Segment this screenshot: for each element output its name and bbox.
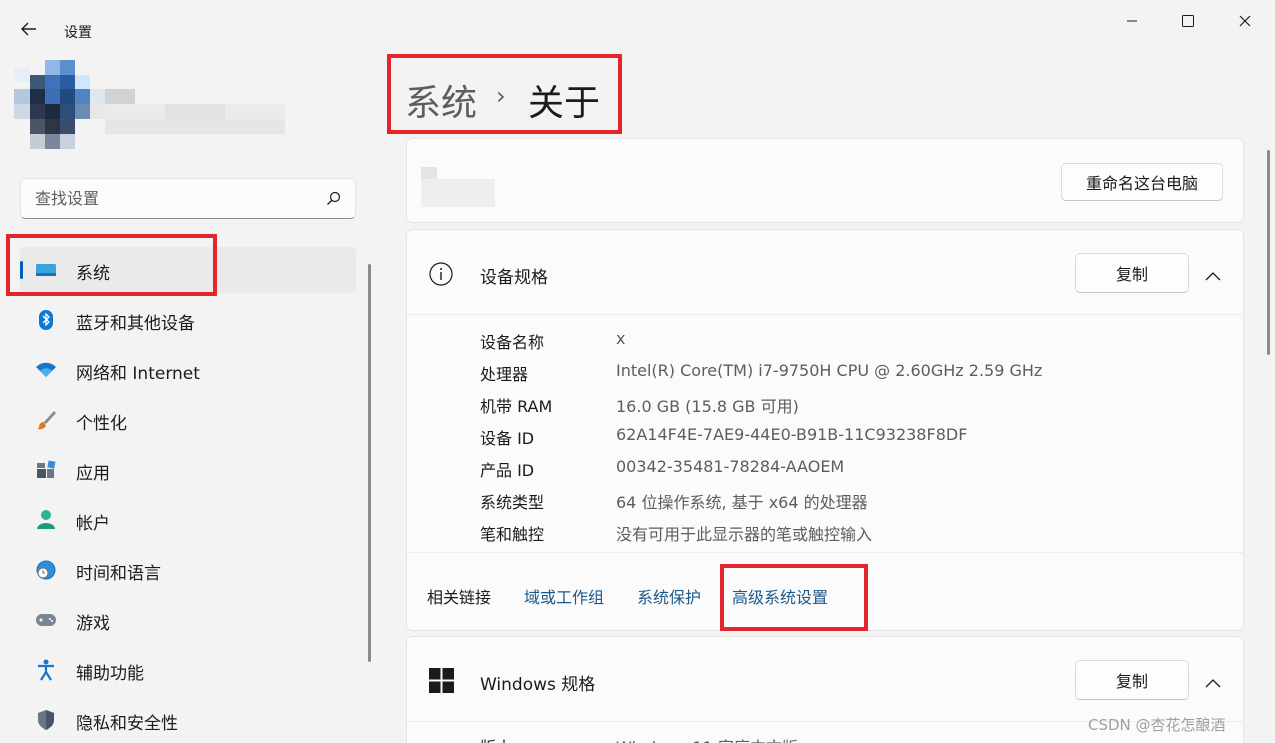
windows-logo-icon [429, 668, 454, 697]
accessibility-icon [35, 659, 57, 681]
sidebar-item-label: 辅助功能 [76, 664, 144, 684]
back-arrow-icon [21, 22, 36, 36]
spec-label: 机带 RAM [480, 397, 553, 416]
sidebar-item-network[interactable]: 网络和 Internet [20, 347, 356, 393]
sidebar-item-label: 隐私和安全性 [76, 714, 178, 734]
device-name-card: 重命名这台电脑 [406, 138, 1244, 223]
copy-specs-button[interactable]: 复制 [1075, 253, 1189, 293]
spec-label: 系统类型 [480, 493, 545, 512]
apps-icon [35, 459, 57, 481]
search-icon[interactable] [326, 191, 341, 210]
sidebar-item-label: 网络和 Internet [76, 364, 200, 384]
system-protection-link[interactable]: 系统保护 [637, 584, 701, 608]
search-input[interactable] [35, 189, 305, 208]
sidebar-item-accounts[interactable]: 帐户 [20, 497, 356, 543]
spec-label: 版本 [480, 734, 512, 743]
sidebar-item-accessibility[interactable]: 辅助功能 [20, 647, 356, 693]
spec-label: 笔和触控 [480, 525, 545, 544]
copy-windows-specs-button[interactable]: 复制 [1075, 660, 1189, 700]
sidebar-item-label: 蓝牙和其他设备 [76, 314, 195, 334]
brush-icon [35, 409, 57, 431]
spec-label: 设备名称 [480, 333, 545, 352]
related-links-label: 相关链接 [427, 588, 492, 607]
sidebar-item-gaming[interactable]: 游戏 [20, 597, 356, 643]
maximize-icon [1182, 15, 1194, 27]
globe-clock-icon [35, 559, 57, 581]
spec-value: Windows 11 家庭中文版 [616, 734, 798, 743]
account-icon [35, 509, 57, 531]
app-title: 设置 [64, 25, 92, 41]
sidebar-item-label: 时间和语言 [76, 564, 161, 584]
spec-value: 64 位操作系统, 基于 x64 的处理器 [616, 493, 868, 512]
sidebar-item-label: 游戏 [76, 614, 110, 634]
minimize-icon [1127, 20, 1137, 22]
divider [407, 314, 1243, 315]
sidebar-item-apps[interactable]: 应用 [20, 447, 356, 493]
bluetooth-icon [35, 309, 57, 331]
shield-icon [35, 709, 57, 731]
spec-value: x [616, 329, 626, 348]
device-name-redacted-block [421, 179, 495, 207]
search-box[interactable] [20, 178, 356, 219]
spec-value: 16.0 GB (15.8 GB 可用) [616, 397, 799, 416]
chevron-up-icon[interactable] [1205, 673, 1221, 692]
windows-specs-title: Windows 规格 [480, 675, 596, 695]
spec-value: 00342-35481-78284-AAOEM [616, 457, 845, 476]
watermark: CSDN @杏花怎酿酒 [1088, 716, 1226, 734]
highlight-box-system [6, 234, 217, 296]
sidebar-item-bluetooth[interactable]: 蓝牙和其他设备 [20, 297, 356, 343]
info-icon [429, 262, 453, 290]
user-profile-redacted [14, 60, 294, 152]
spec-value: Intel(R) Core(TM) i7-9750H CPU @ 2.60GHz… [616, 361, 1043, 380]
chevron-up-icon[interactable] [1205, 266, 1221, 285]
minimize-button[interactable] [1109, 6, 1155, 36]
close-button[interactable] [1222, 6, 1268, 36]
gamepad-icon [35, 609, 57, 631]
title-bar: 设置 [0, 0, 1275, 42]
device-specs-title: 设备规格 [480, 268, 548, 288]
highlight-box-breadcrumb [387, 54, 622, 134]
divider [407, 552, 1243, 553]
sidebar-item-personalization[interactable]: 个性化 [20, 397, 356, 443]
content-scrollbar[interactable] [1267, 150, 1270, 355]
spec-value: 62A14F4E-7AE9-44E0-B91B-11C93238F8DF [616, 425, 968, 444]
close-icon [1239, 15, 1251, 27]
rename-pc-button[interactable]: 重命名这台电脑 [1061, 163, 1223, 201]
device-name-redacted [421, 167, 437, 179]
back-button[interactable] [14, 14, 44, 44]
sidebar-scrollbar[interactable] [368, 264, 371, 662]
spec-label: 设备 ID [480, 429, 535, 448]
domain-workgroup-link[interactable]: 域或工作组 [524, 584, 604, 608]
sidebar-item-label: 个性化 [76, 414, 127, 434]
spec-label: 产品 ID [480, 461, 535, 480]
spec-value: 没有可用于此显示器的笔或触控输入 [616, 525, 873, 544]
sidebar-item-time-language[interactable]: 时间和语言 [20, 547, 356, 593]
sidebar-item-label: 帐户 [76, 514, 110, 534]
sidebar-item-label: 应用 [76, 464, 110, 484]
sidebar-item-privacy[interactable]: 隐私和安全性 [20, 697, 356, 743]
highlight-box-advanced-settings [720, 564, 868, 631]
spec-label: 处理器 [480, 365, 529, 384]
maximize-button[interactable] [1165, 6, 1211, 36]
wifi-icon [35, 359, 57, 381]
